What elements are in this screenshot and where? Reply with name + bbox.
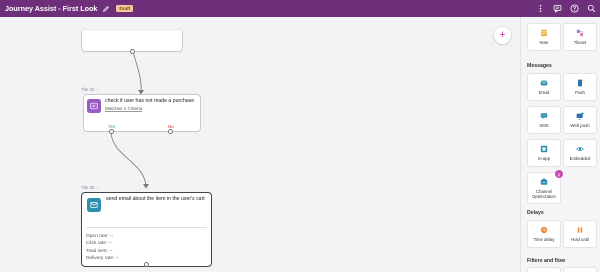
embedded-icon bbox=[576, 146, 584, 152]
tile-description: send email about the item in the user's … bbox=[106, 196, 205, 202]
journey-canvas[interactable]: Tile ID: - check if user has not made a … bbox=[0, 17, 520, 272]
note-icon bbox=[541, 29, 547, 37]
more-vertical-icon[interactable] bbox=[534, 2, 547, 15]
card-label: Time delay bbox=[533, 237, 555, 242]
push-card[interactable]: Push bbox=[563, 73, 597, 101]
tileset-icon bbox=[576, 29, 584, 37]
web-push-icon bbox=[576, 112, 584, 120]
tile-id-label: Tile ID: - bbox=[81, 87, 99, 92]
sms-card[interactable]: SMS bbox=[527, 106, 561, 134]
time-delay-icon bbox=[540, 226, 548, 234]
hold-until-icon bbox=[577, 227, 583, 233]
email-tile[interactable]: send email about the item in the user's … bbox=[81, 192, 212, 267]
card-label: Hold until bbox=[571, 237, 589, 242]
sms-icon bbox=[540, 113, 548, 120]
tile-id-label: Tile ID: - bbox=[81, 185, 99, 190]
add-tile-button[interactable]: + bbox=[494, 27, 511, 44]
comment-icon[interactable] bbox=[551, 2, 564, 15]
push-icon bbox=[578, 79, 583, 87]
card-label: Note bbox=[539, 40, 549, 45]
click-rate: Click rate: -- bbox=[86, 241, 112, 247]
card-label: Channel Optimization bbox=[532, 189, 556, 199]
output-port[interactable] bbox=[130, 48, 135, 54]
email-card[interactable]: Email bbox=[527, 73, 561, 101]
help-icon[interactable] bbox=[568, 2, 581, 15]
open-rate: Open rate: -- bbox=[86, 234, 114, 239]
beta-badge: β bbox=[555, 170, 563, 178]
output-port[interactable] bbox=[144, 262, 149, 267]
card-label: Email bbox=[538, 90, 550, 95]
yes-port[interactable] bbox=[109, 129, 114, 134]
top-header: Journey Assist - First Look Draft bbox=[0, 0, 600, 17]
channel-optimization-icon bbox=[540, 178, 548, 185]
section-title-delays: Delays bbox=[527, 210, 544, 216]
total-sent: Total sent: -- bbox=[86, 248, 113, 254]
section-title-filters: Filters and flow bbox=[527, 258, 566, 264]
status-badge: Draft bbox=[116, 5, 134, 12]
search-icon[interactable] bbox=[585, 2, 598, 15]
section-title-messages: Messages bbox=[527, 63, 552, 69]
hold-until-card[interactable]: Hold until bbox=[563, 220, 597, 248]
divider bbox=[86, 227, 207, 228]
check-tile[interactable]: check if user has not made a purchase Ma… bbox=[83, 94, 201, 134]
filter-card[interactable] bbox=[527, 267, 561, 272]
flow-card[interactable] bbox=[563, 267, 597, 272]
pencil-icon[interactable] bbox=[102, 5, 110, 13]
previous-tile[interactable] bbox=[81, 31, 183, 54]
card-label: In-app bbox=[537, 156, 551, 161]
embedded-card[interactable]: Embedded bbox=[563, 139, 597, 167]
delivery-rate: Delivery rate: -- bbox=[86, 256, 119, 262]
tileset-card[interactable]: Tileset bbox=[563, 23, 597, 51]
card-label: Web push bbox=[570, 123, 590, 128]
email-icon bbox=[87, 198, 101, 212]
web-push-card[interactable]: Web push bbox=[563, 106, 597, 134]
filter-check-icon bbox=[87, 99, 101, 113]
no-port[interactable] bbox=[168, 129, 173, 134]
in-app-icon bbox=[540, 145, 548, 153]
card-label: SMS bbox=[539, 123, 549, 128]
journey-title: Journey Assist - First Look bbox=[5, 4, 98, 13]
connector-lines bbox=[110, 34, 149, 189]
in-app-card[interactable]: In-app bbox=[527, 139, 561, 167]
email-metrics: Open rate: -- Click rate: -- Total sent:… bbox=[86, 233, 119, 263]
card-label: Push bbox=[575, 90, 585, 95]
card-label: Tileset bbox=[573, 40, 587, 45]
criteria-link[interactable]: Matches 1 Criteria bbox=[105, 106, 143, 112]
tile-description: check if user has not made a purchase bbox=[105, 98, 195, 104]
tile-palette-sidebar: Note Tileset Messages Email Push SMS Web… bbox=[520, 17, 600, 272]
time-delay-card[interactable]: Time delay bbox=[527, 220, 561, 248]
card-label: Embedded bbox=[569, 156, 591, 161]
channel-optimization-card[interactable]: Channel Optimization β bbox=[527, 170, 563, 204]
email-icon bbox=[540, 80, 548, 86]
note-card[interactable]: Note bbox=[527, 23, 561, 51]
